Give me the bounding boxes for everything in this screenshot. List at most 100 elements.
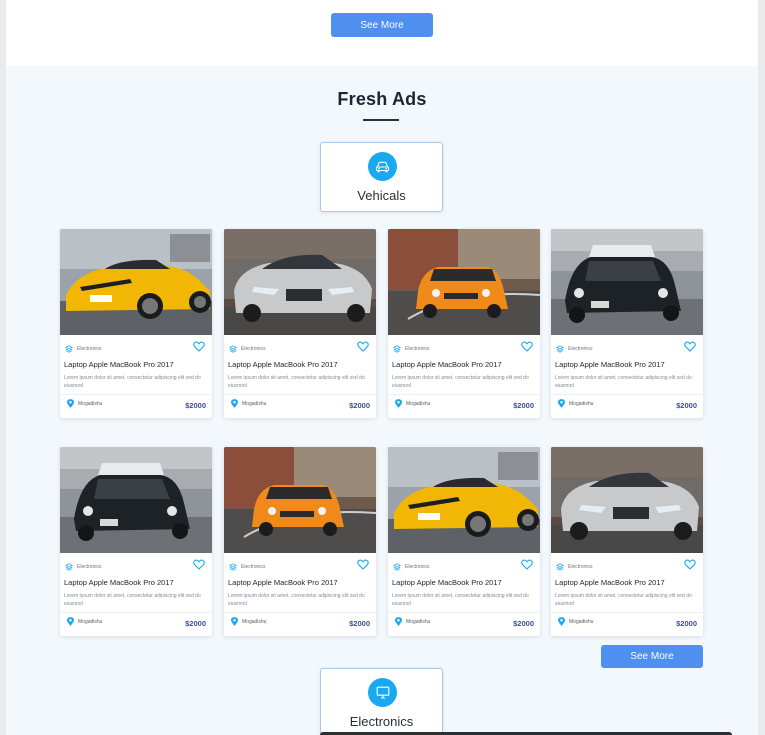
- ad-location: Mogadishu: [231, 617, 266, 626]
- see-more-button-top[interactable]: See More: [331, 13, 433, 37]
- divider: [551, 612, 703, 613]
- category-electronics[interactable]: Electronics: [320, 668, 443, 735]
- ad-image[interactable]: [551, 447, 703, 553]
- ad-card-body: Electronics Laptop Apple MacBook Pro 201…: [388, 335, 540, 418]
- heart-icon[interactable]: [684, 341, 696, 352]
- ad-card-body: Electronics Laptop Apple MacBook Pro 201…: [60, 335, 212, 418]
- ad-card-body: Electronics Laptop Apple MacBook Pro 201…: [551, 335, 703, 418]
- ad-category-label: Electronics: [241, 564, 266, 570]
- ad-card[interactable]: Electronics Laptop Apple MacBook Pro 201…: [60, 447, 212, 636]
- ad-title[interactable]: Laptop Apple MacBook Pro 2017: [555, 578, 665, 587]
- ad-image[interactable]: [388, 229, 540, 335]
- ad-image[interactable]: [224, 229, 376, 335]
- location-pin-icon: [395, 617, 402, 626]
- ad-card[interactable]: Electronics Laptop Apple MacBook Pro 201…: [224, 447, 376, 636]
- ad-title[interactable]: Laptop Apple MacBook Pro 2017: [392, 578, 502, 587]
- ad-price: $2000: [185, 401, 206, 410]
- heart-icon[interactable]: [193, 559, 205, 570]
- layers-icon: [393, 345, 401, 353]
- ad-description: Lorem ipsum dolor sit amet, consectetur …: [64, 375, 201, 389]
- heart-icon[interactable]: [521, 559, 533, 570]
- ad-location: Mogadishu: [558, 399, 593, 408]
- heart-icon[interactable]: [357, 559, 369, 570]
- ad-description: Lorem ipsum dolor sit amet, consectetur …: [555, 375, 692, 389]
- ad-category: Electronics: [65, 345, 101, 353]
- layers-icon: [65, 345, 73, 353]
- ad-category-label: Electronics: [241, 346, 266, 352]
- ad-category: Electronics: [393, 345, 429, 353]
- monitor-icon: [368, 678, 397, 707]
- ad-description: Lorem ipsum dolor sit amet, consectetur …: [392, 375, 529, 389]
- location-pin-icon: [231, 617, 238, 626]
- ad-image[interactable]: [224, 447, 376, 553]
- layers-icon: [556, 563, 564, 571]
- divider: [224, 394, 376, 395]
- ad-price: $2000: [349, 619, 370, 628]
- ad-description: Lorem ipsum dolor sit amet, consectetur …: [555, 593, 692, 607]
- heart-icon[interactable]: [193, 341, 205, 352]
- ad-card[interactable]: Electronics Laptop Apple MacBook Pro 201…: [60, 229, 212, 418]
- ad-card[interactable]: Electronics Laptop Apple MacBook Pro 201…: [388, 229, 540, 418]
- ad-price: $2000: [349, 401, 370, 410]
- ad-location-label: Mogadishu: [569, 400, 594, 407]
- ad-title[interactable]: Laptop Apple MacBook Pro 2017: [64, 578, 174, 587]
- ad-image[interactable]: [60, 229, 212, 335]
- ad-location: Mogadishu: [67, 399, 102, 408]
- location-pin-icon: [67, 399, 74, 408]
- ad-category-label: Electronics: [568, 346, 593, 352]
- ad-location-label: Mogadishu: [78, 400, 103, 407]
- ad-card[interactable]: Electronics Laptop Apple MacBook Pro 201…: [551, 447, 703, 636]
- heart-icon[interactable]: [684, 559, 696, 570]
- location-pin-icon: [67, 617, 74, 626]
- layers-icon: [229, 345, 237, 353]
- category-label-vehicles: Vehicals: [357, 188, 406, 203]
- top-section: See More: [6, 0, 758, 66]
- ad-price: $2000: [676, 619, 697, 628]
- category-vehicles[interactable]: Vehicals: [320, 142, 443, 212]
- location-pin-icon: [231, 399, 238, 408]
- ad-title[interactable]: Laptop Apple MacBook Pro 2017: [392, 360, 502, 369]
- ad-image[interactable]: [551, 229, 703, 335]
- ad-category-label: Electronics: [568, 564, 593, 570]
- heart-icon[interactable]: [521, 341, 533, 352]
- ad-card-body: Electronics Laptop Apple MacBook Pro 201…: [224, 553, 376, 636]
- layers-icon: [65, 563, 73, 571]
- ad-card-body: Electronics Laptop Apple MacBook Pro 201…: [60, 553, 212, 636]
- layers-icon: [229, 563, 237, 571]
- ad-price: $2000: [185, 619, 206, 628]
- location-pin-icon: [558, 399, 565, 408]
- page-frame: See More Fresh Ads Vehicals Electronics …: [6, 0, 758, 735]
- ad-card-body: Electronics Laptop Apple MacBook Pro 201…: [388, 553, 540, 636]
- ad-description: Lorem ipsum dolor sit amet, consectetur …: [64, 593, 201, 607]
- ad-card[interactable]: Electronics Laptop Apple MacBook Pro 201…: [224, 229, 376, 418]
- ad-location-label: Mogadishu: [242, 618, 267, 625]
- ad-card[interactable]: Electronics Laptop Apple MacBook Pro 201…: [388, 447, 540, 636]
- title-underline: [363, 119, 399, 121]
- ad-description: Lorem ipsum dolor sit amet, consectetur …: [392, 593, 529, 607]
- ad-category: Electronics: [393, 563, 429, 571]
- ad-category-label: Electronics: [405, 346, 430, 352]
- ad-image[interactable]: [388, 447, 540, 553]
- see-more-button-bottom[interactable]: See More: [601, 645, 703, 668]
- section-title: Fresh Ads: [337, 89, 427, 109]
- ad-category: Electronics: [65, 563, 101, 571]
- ad-category-label: Electronics: [405, 564, 430, 570]
- ad-title[interactable]: Laptop Apple MacBook Pro 2017: [228, 578, 338, 587]
- ad-category: Electronics: [229, 345, 265, 353]
- location-pin-icon: [395, 399, 402, 408]
- ad-title[interactable]: Laptop Apple MacBook Pro 2017: [555, 360, 665, 369]
- ad-title[interactable]: Laptop Apple MacBook Pro 2017: [228, 360, 338, 369]
- ad-category-label: Electronics: [77, 346, 102, 352]
- ad-price: $2000: [513, 619, 534, 628]
- ad-category: Electronics: [556, 345, 592, 353]
- layers-icon: [393, 563, 401, 571]
- divider: [60, 612, 212, 613]
- ad-title[interactable]: Laptop Apple MacBook Pro 2017: [64, 360, 174, 369]
- ad-card[interactable]: Electronics Laptop Apple MacBook Pro 201…: [551, 229, 703, 418]
- heart-icon[interactable]: [357, 341, 369, 352]
- ad-image[interactable]: [60, 447, 212, 553]
- ad-location-label: Mogadishu: [406, 400, 431, 407]
- location-pin-icon: [558, 617, 565, 626]
- ad-card-body: Electronics Laptop Apple MacBook Pro 201…: [224, 335, 376, 418]
- ad-location-label: Mogadishu: [406, 618, 431, 625]
